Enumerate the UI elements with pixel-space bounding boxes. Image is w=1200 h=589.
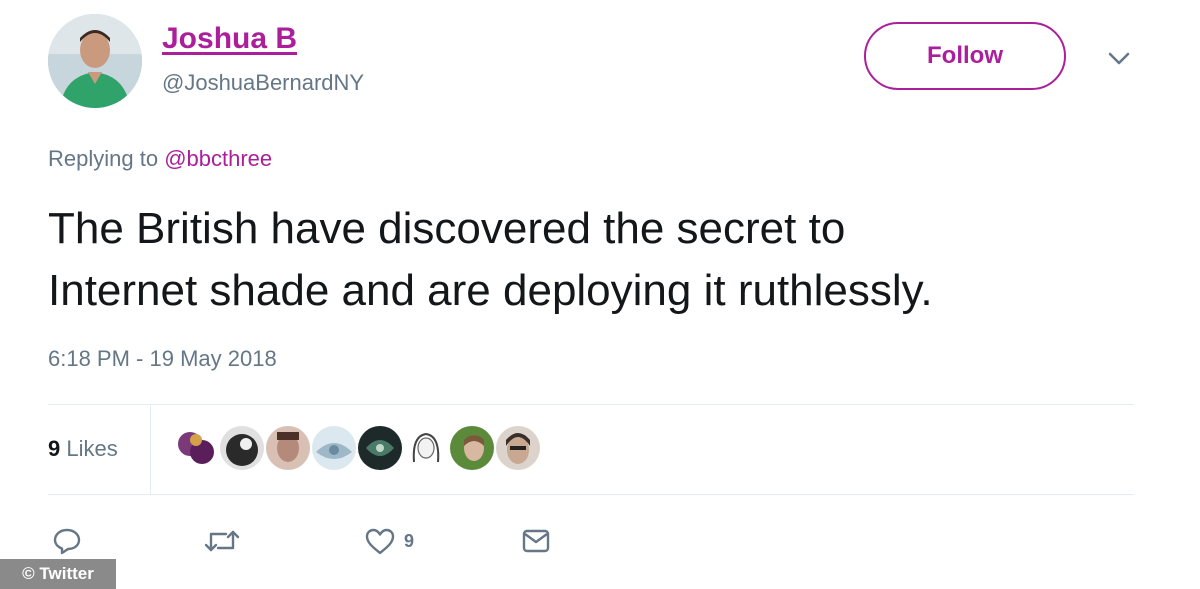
retweet-button[interactable] [204, 524, 240, 558]
liker-avatar[interactable] [358, 426, 402, 470]
likers-list [174, 426, 540, 470]
like-count: 9 [404, 530, 415, 551]
reply-context: Replying to @bbcthree [48, 146, 272, 172]
follow-button[interactable]: Follow [864, 22, 1066, 90]
like-button[interactable]: 9 [364, 524, 414, 558]
liker-avatar[interactable] [174, 426, 218, 470]
retweet-icon [204, 526, 240, 556]
reply-button[interactable] [52, 524, 82, 558]
tweet-text-line: Internet shade and are deploying it ruth… [48, 266, 933, 315]
liker-avatar[interactable] [220, 426, 264, 470]
divider [48, 404, 1134, 405]
liker-avatar[interactable] [450, 426, 494, 470]
heart-icon [364, 526, 396, 556]
tweet-timestamp[interactable]: 6:18 PM - 19 May 2018 [48, 346, 277, 372]
copyright-watermark: © Twitter [0, 559, 116, 589]
tweet-text-line: The British have discovered the secret t… [48, 204, 846, 253]
liker-avatar[interactable] [312, 426, 356, 470]
likes-count: 9 [48, 436, 61, 461]
reply-icon [52, 526, 82, 556]
user-handle: @JoshuaBernardNY [162, 70, 365, 95]
tweet-text: The British have discovered the secret t… [48, 198, 1168, 322]
reply-mention-link[interactable]: @bbcthree [164, 146, 272, 171]
reply-context-prefix: Replying to [48, 146, 159, 171]
liker-avatar[interactable] [404, 426, 448, 470]
avatar[interactable] [48, 14, 142, 108]
direct-message-button[interactable] [520, 524, 552, 558]
envelope-icon [520, 526, 552, 556]
liker-avatar[interactable] [266, 426, 310, 470]
chevron-down-icon[interactable] [1106, 48, 1132, 68]
divider [150, 404, 151, 494]
likes-stat[interactable]: 9 Likes [48, 436, 118, 462]
likes-label: Likes [66, 436, 118, 461]
display-name[interactable]: Joshua B [162, 22, 297, 56]
divider [48, 494, 1134, 495]
liker-avatar[interactable] [496, 426, 540, 470]
